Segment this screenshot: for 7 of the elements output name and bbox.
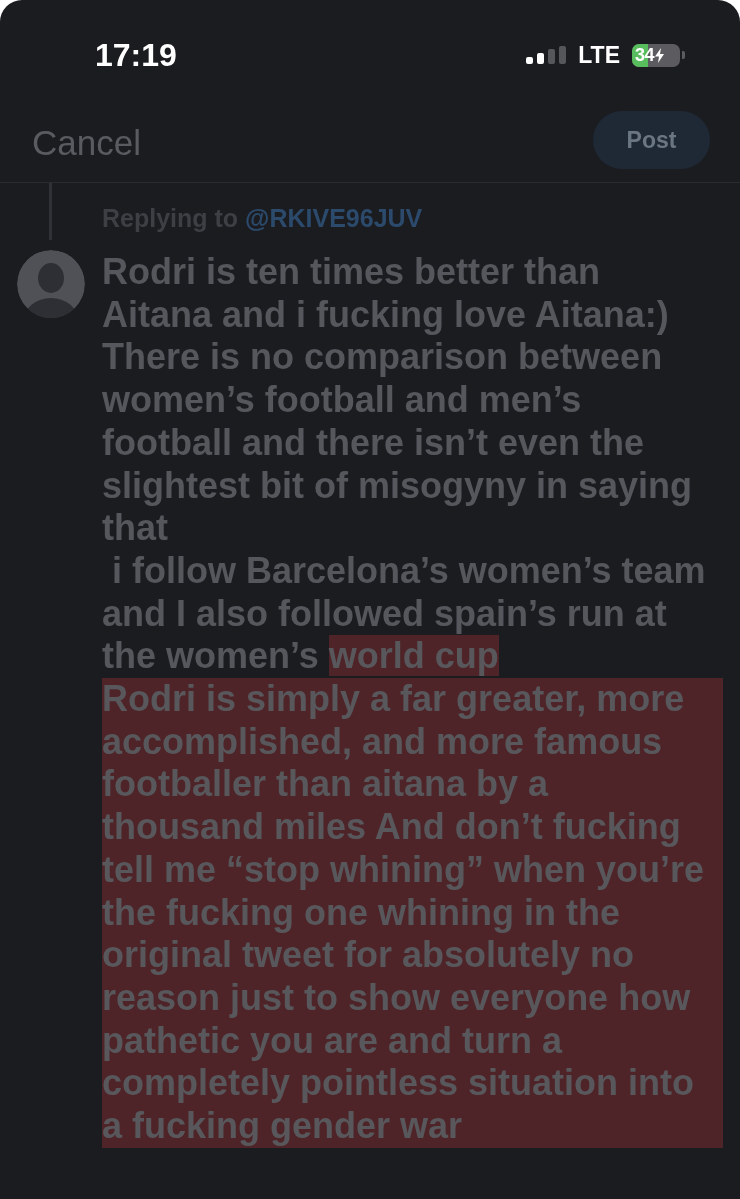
cancel-button[interactable]: Cancel — [32, 124, 141, 160]
avatar-icon — [17, 250, 85, 318]
replied-user-link[interactable]: @RKIVE96JUV — [245, 204, 423, 232]
charging-bolt-icon — [655, 47, 665, 63]
cellular-signal-icon — [526, 46, 568, 64]
status-time: 17:19 — [95, 39, 177, 71]
network-type: LTE — [578, 43, 620, 67]
